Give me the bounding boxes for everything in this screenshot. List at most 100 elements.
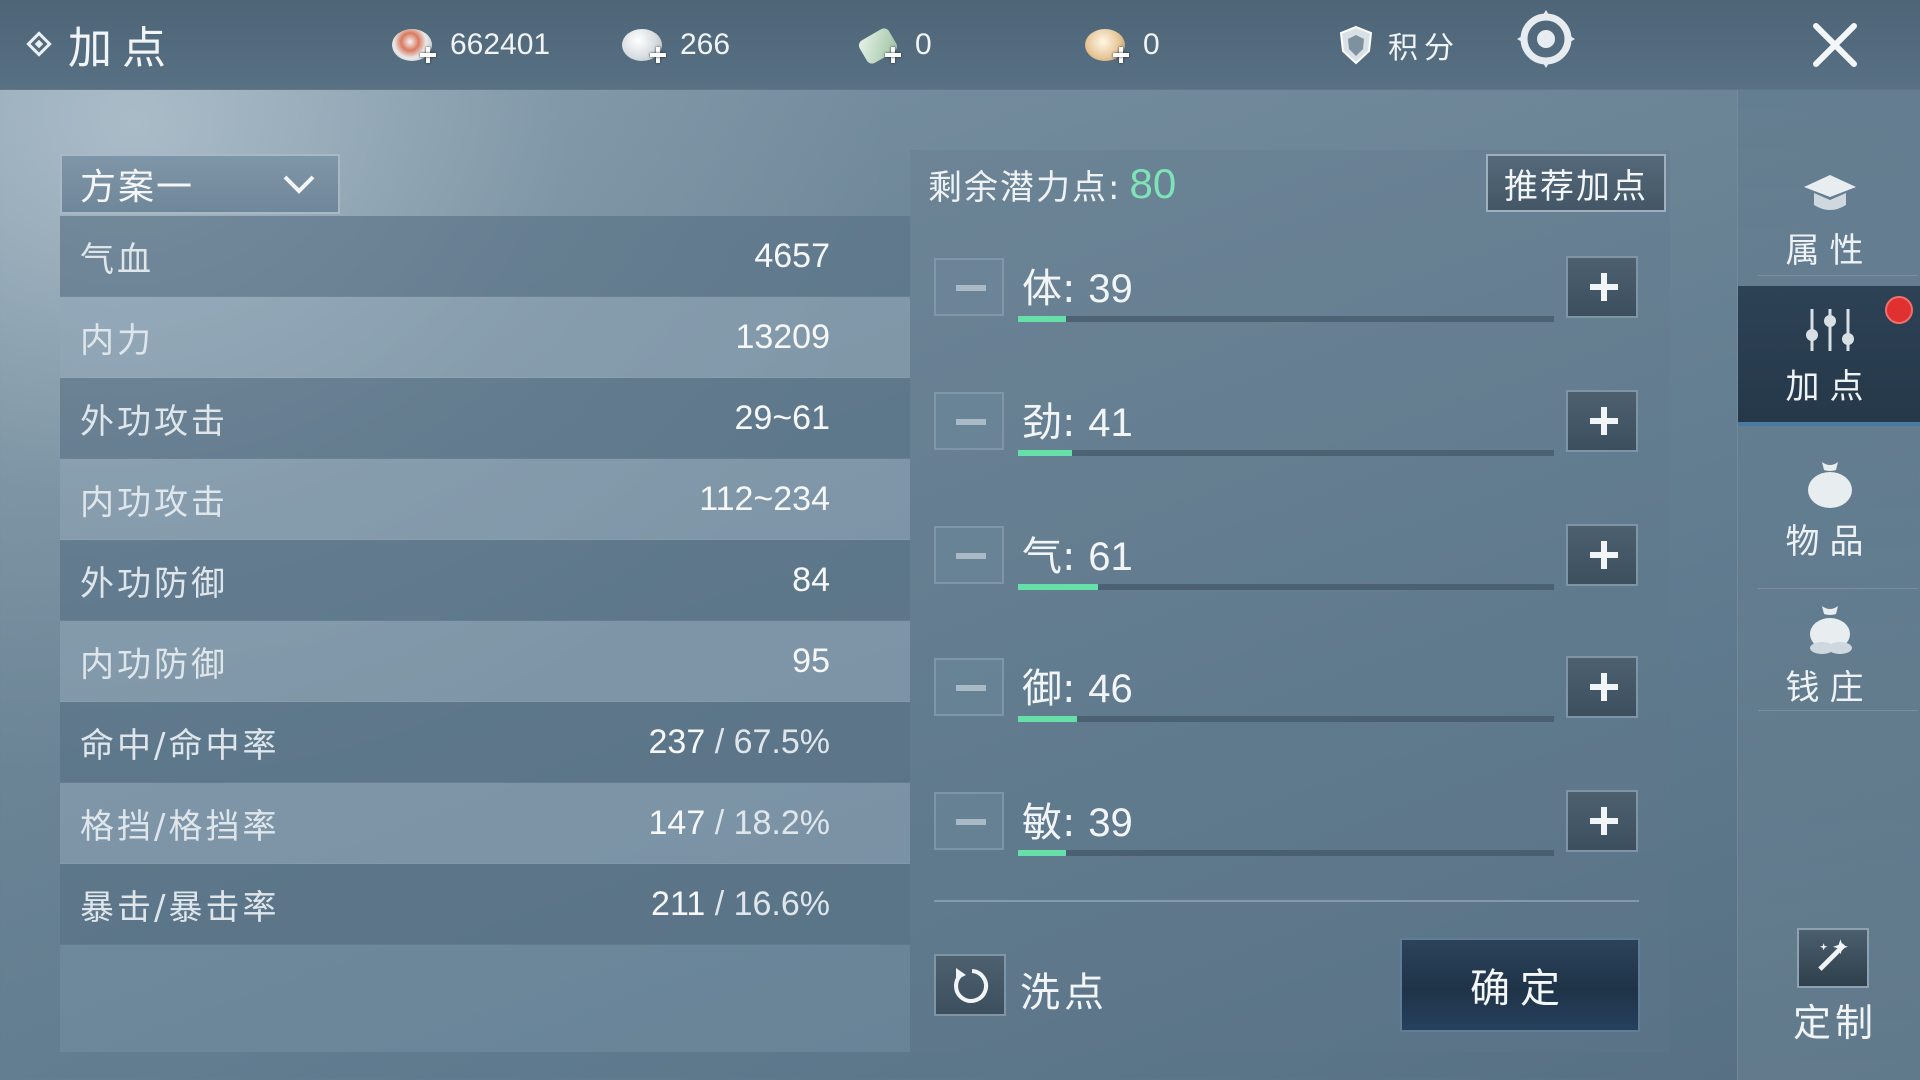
silver-ingot-amount: 266 bbox=[680, 28, 731, 61]
sidebar-label: 钱庄 bbox=[1785, 667, 1874, 708]
stat-row: 外功防御 84 bbox=[60, 540, 910, 621]
close-icon[interactable] bbox=[1810, 20, 1860, 70]
attribute-bar-fill bbox=[1018, 316, 1067, 322]
stat-label: 气血 bbox=[80, 239, 154, 280]
attribute-row: 体: 39 bbox=[934, 252, 1639, 324]
plus-button[interactable] bbox=[1566, 256, 1638, 318]
ticket-icon bbox=[855, 25, 903, 66]
item-bag-icon bbox=[1807, 461, 1852, 508]
stat-value: 237 / 67.5% bbox=[648, 722, 830, 761]
sidebar-divider bbox=[1758, 710, 1918, 711]
stat-row: 内功防御 95 bbox=[60, 621, 910, 702]
stat-row: 外功攻击 29~61 bbox=[60, 378, 910, 459]
stats-panel: 气血 4657 内力 13209 外功攻击 29~61 内功攻击 112~234… bbox=[60, 216, 910, 1052]
stat-row: 内功攻击 112~234 bbox=[60, 459, 910, 540]
stat-value: 13209 bbox=[735, 317, 830, 356]
attribute-bar bbox=[1018, 850, 1554, 856]
sidebar-label: 属性 bbox=[1785, 230, 1874, 271]
diamond-icon bbox=[26, 31, 52, 57]
customize-button[interactable] bbox=[1797, 928, 1869, 988]
attribute-bar bbox=[1018, 584, 1554, 590]
stat-value: 4657 bbox=[754, 236, 830, 275]
stat-label: 内功防御 bbox=[80, 644, 228, 685]
attribute-label: 体: 39 bbox=[1022, 266, 1133, 312]
sidebar-divider bbox=[1758, 275, 1918, 276]
gold-ingot-amount: 0 bbox=[1143, 28, 1160, 61]
recommend-button[interactable]: 推荐加点 bbox=[1486, 154, 1666, 212]
sliders-icon bbox=[1805, 308, 1854, 351]
sidebar-label: 加点 bbox=[1785, 366, 1874, 407]
page-title: 加点 bbox=[22, 16, 176, 74]
confirm-button[interactable]: 确定 bbox=[1400, 938, 1640, 1032]
attribute-bar-fill bbox=[1018, 450, 1072, 456]
magic-wand-icon bbox=[1818, 939, 1848, 971]
stat-row: 命中/命中率 237 / 67.5% bbox=[60, 702, 910, 783]
stat-label: 内功攻击 bbox=[80, 482, 228, 523]
attribute-label: 御: 46 bbox=[1022, 666, 1133, 712]
stat-value: 95 bbox=[792, 641, 830, 680]
minus-button[interactable] bbox=[934, 658, 1004, 716]
attribute-row: 劲: 41 bbox=[934, 386, 1639, 458]
top-bar: 加点 662401 266 0 0 积分 bbox=[0, 0, 1920, 90]
attribute-label: 劲: 41 bbox=[1022, 400, 1133, 446]
stat-value: 211 / 16.6% bbox=[651, 884, 830, 923]
stat-row: 气血 4657 bbox=[60, 216, 910, 297]
attribute-row: 敏: 39 bbox=[934, 786, 1639, 858]
sidebar-item-attributes[interactable]: 属性 bbox=[1738, 150, 1920, 290]
currency-coin[interactable]: 662401 bbox=[390, 20, 550, 70]
minus-button[interactable] bbox=[934, 258, 1004, 316]
attribute-bar bbox=[1018, 316, 1554, 322]
stat-row: 格挡/格挡率 147 / 18.2% bbox=[60, 783, 910, 864]
score-label: 积分 bbox=[1388, 31, 1460, 66]
attribute-label: 气: 61 bbox=[1022, 534, 1133, 580]
stat-row: 内力 13209 bbox=[60, 297, 910, 378]
plan-dropdown[interactable]: 方案一 bbox=[60, 154, 340, 214]
stat-value: 147 / 18.2% bbox=[648, 803, 830, 842]
currency-silver-ingot[interactable]: 266 bbox=[620, 20, 730, 70]
customize-label[interactable]: 定制 bbox=[1793, 992, 1877, 1047]
plus-button[interactable] bbox=[1566, 390, 1638, 452]
gold-ingot-icon bbox=[1083, 25, 1131, 65]
stat-value: 29~61 bbox=[734, 398, 831, 437]
attribute-bar bbox=[1018, 450, 1554, 456]
plan-dropdown-value: 方案一 bbox=[80, 167, 195, 208]
money-bag-icon bbox=[1809, 605, 1852, 654]
reset-icon bbox=[954, 968, 989, 1003]
shield-icon bbox=[1338, 25, 1374, 65]
plus-button[interactable] bbox=[1566, 656, 1638, 718]
score-button[interactable]: 积分 bbox=[1338, 20, 1460, 70]
attribute-bar-fill bbox=[1018, 584, 1099, 590]
stat-label: 命中/命中率 bbox=[80, 725, 280, 766]
settings-icon[interactable] bbox=[1515, 8, 1577, 70]
stat-value: 112~234 bbox=[699, 479, 830, 518]
stat-row: 暴击/暴击率 211 / 16.6% bbox=[60, 864, 910, 945]
attribute-row: 御: 46 bbox=[934, 652, 1639, 724]
plus-button[interactable] bbox=[1566, 524, 1638, 586]
sidebar-label: 物品 bbox=[1785, 521, 1874, 562]
coin-icon bbox=[390, 25, 438, 65]
minus-button[interactable] bbox=[934, 526, 1004, 584]
currency-gold-ingot[interactable]: 0 bbox=[1083, 20, 1160, 70]
remaining-points-label: 剩余潜力点: bbox=[928, 167, 1122, 208]
sidebar-item-items[interactable]: 物品 bbox=[1738, 438, 1920, 578]
coin-amount: 662401 bbox=[450, 28, 551, 61]
attribute-hat-icon bbox=[1803, 174, 1856, 210]
sidebar-item-add-points[interactable]: 加点 bbox=[1738, 286, 1920, 426]
silver-ingot-icon bbox=[620, 25, 668, 65]
reset-label[interactable]: 洗点 bbox=[1020, 960, 1108, 1018]
plus-button[interactable] bbox=[1566, 790, 1638, 852]
stat-label: 暴击/暴击率 bbox=[80, 887, 280, 928]
divider bbox=[934, 900, 1639, 902]
page-title-text: 加点 bbox=[68, 23, 176, 74]
attribute-bar-fill bbox=[1018, 716, 1077, 722]
currency-ticket[interactable]: 0 bbox=[855, 20, 932, 70]
remaining-points: 剩余潜力点: 80 bbox=[928, 154, 1176, 214]
chevron-down-icon bbox=[282, 172, 316, 196]
stat-value: 84 bbox=[792, 560, 830, 599]
minus-button[interactable] bbox=[934, 392, 1004, 450]
attribute-label: 敏: 39 bbox=[1022, 800, 1133, 846]
sidebar-item-bank[interactable]: 钱庄 bbox=[1738, 584, 1920, 724]
reset-button[interactable] bbox=[934, 954, 1006, 1016]
minus-button[interactable] bbox=[934, 792, 1004, 850]
attribute-bar bbox=[1018, 716, 1554, 722]
